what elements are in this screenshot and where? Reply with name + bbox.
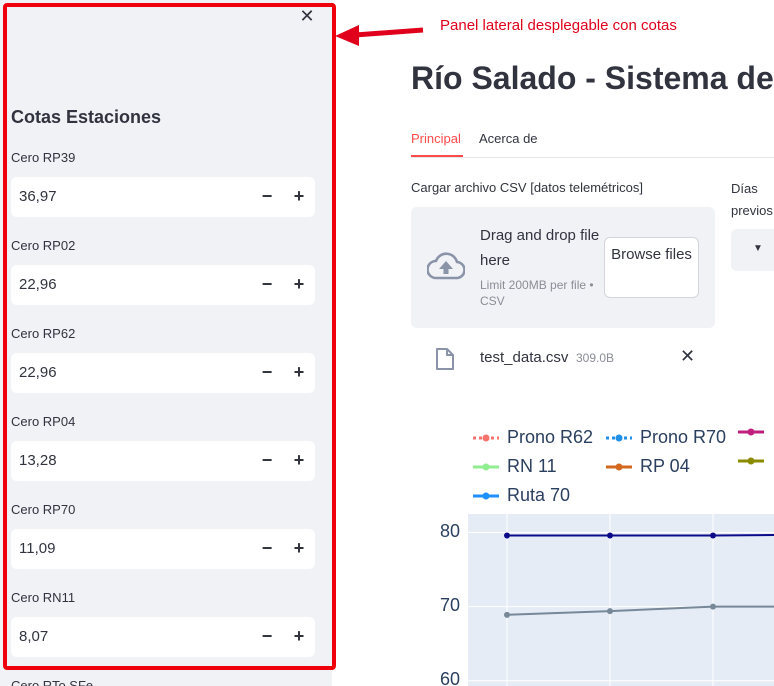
file-icon — [436, 348, 454, 370]
legend-symbol — [738, 428, 764, 436]
chevron-down-icon: ▼ — [753, 243, 763, 254]
stepper-rn11: 8,07 − + — [11, 617, 315, 657]
increment-button[interactable]: + — [284, 529, 314, 569]
remove-file-icon[interactable]: ✕ — [680, 346, 695, 367]
increment-button[interactable]: + — [284, 177, 314, 217]
days-select[interactable]: ▼ — [731, 229, 774, 271]
file-dropzone[interactable]: Drag and drop file here Limit 200MB per … — [411, 207, 715, 328]
field-label-rp02: Cero RP02 — [11, 238, 76, 253]
series-line — [507, 534, 774, 537]
data-point[interactable] — [607, 608, 613, 615]
tab-bar: Principal Acerca de — [411, 128, 774, 158]
series-line — [506, 605, 774, 616]
decrement-button[interactable]: − — [252, 177, 282, 217]
legend-symbol — [606, 463, 632, 470]
file-size: 309.0B — [576, 351, 615, 365]
y-tick-label: 70 — [440, 594, 461, 615]
days-label: Días previos — [731, 181, 773, 218]
decrement-button[interactable]: − — [252, 441, 282, 481]
app-root: ✕ Cotas Estaciones Cero RP39 36,97 − + C… — [0, 0, 774, 686]
legend-symbol — [738, 457, 764, 465]
legend-symbol — [473, 463, 499, 470]
stepper-value[interactable]: 36,97 — [19, 188, 57, 205]
stepper-rp04: 13,28 − + — [11, 441, 315, 481]
file-name: test_data.csv — [480, 349, 569, 366]
dropzone-limit: Limit 200MB per file • CSV — [480, 278, 594, 308]
upload-label: Cargar archivo CSV [datos telemétricos] — [411, 180, 643, 195]
decrement-button[interactable]: − — [252, 265, 282, 305]
decrement-button[interactable]: − — [252, 617, 282, 657]
legend-item[interactable] — [737, 427, 772, 437]
y-tick-label: 80 — [440, 520, 461, 541]
line-chart — [468, 514, 774, 686]
stepper-rp39: 36,97 − + — [11, 177, 315, 217]
decrement-button[interactable]: − — [252, 353, 282, 393]
data-point[interactable] — [504, 532, 510, 539]
legend-label: RP 04 — [640, 456, 690, 476]
tab-acerca-de[interactable]: Acerca de — [479, 131, 538, 146]
dropzone-instructions: Drag and drop file here — [480, 227, 600, 269]
legend-item[interactable]: Prono R70 — [605, 427, 726, 448]
field-label-rp62: Cero RP62 — [11, 326, 76, 341]
increment-button[interactable]: + — [284, 617, 314, 657]
browse-files-button[interactable]: Browse files — [604, 237, 699, 298]
y-tick-label: 60 — [440, 668, 461, 686]
close-icon[interactable]: ✕ — [298, 7, 316, 25]
page-title: Río Salado - Sistema de Alerta — [411, 60, 774, 96]
sidebar-title: Cotas Estaciones — [11, 107, 162, 127]
active-tab-indicator — [411, 155, 463, 157]
increment-button[interactable]: + — [284, 265, 314, 305]
field-label-rn11: Cero RN11 — [11, 590, 76, 605]
stepper-value[interactable]: 13,28 — [19, 452, 57, 469]
legend-item[interactable]: Ruta 70 — [472, 485, 570, 506]
data-point[interactable] — [607, 532, 613, 539]
stepper-rp62: 22,96 − + — [11, 353, 315, 393]
stepper-value[interactable]: 22,96 — [19, 276, 57, 293]
stepper-rp02: 22,96 − + — [11, 265, 315, 305]
field-label-rp39: Cero RP39 — [11, 150, 76, 165]
field-label-rtosfe: Cero RTo SFe — [11, 678, 94, 686]
decrement-button[interactable]: − — [252, 529, 282, 569]
increment-button[interactable]: + — [284, 441, 314, 481]
legend-item[interactable]: Prono R62 — [472, 427, 593, 448]
legend-label: Prono R70 — [640, 427, 727, 447]
legend-symbol — [473, 434, 499, 441]
legend-item[interactable]: RN 11 — [472, 456, 557, 477]
cloud-upload-icon — [427, 252, 465, 280]
sidebar: ✕ Cotas Estaciones Cero RP39 36,97 − + C… — [0, 0, 332, 686]
stepper-value[interactable]: 11,09 — [19, 540, 55, 557]
data-point[interactable] — [504, 611, 510, 618]
legend-symbol — [473, 492, 499, 499]
legend-label: Prono R62 — [507, 427, 594, 447]
legend-item[interactable]: RP 04 — [605, 456, 690, 477]
stepper-rp70: 11,09 − + — [11, 529, 315, 569]
stepper-value[interactable]: 22,96 — [19, 364, 57, 381]
tab-principal[interactable]: Principal — [411, 131, 461, 146]
stepper-value[interactable]: 8,07 — [19, 628, 48, 645]
annotation-text: Panel lateral desplegable con cotas — [440, 17, 677, 34]
data-point[interactable] — [710, 603, 716, 610]
field-label-rp70: Cero RP70 — [11, 502, 76, 517]
legend-label: Ruta 70 — [507, 485, 571, 505]
legend-label: RN 11 — [507, 456, 557, 476]
chart-plot-area[interactable] — [468, 514, 774, 686]
legend-symbol — [606, 434, 632, 441]
data-point[interactable] — [710, 532, 716, 539]
increment-button[interactable]: + — [284, 353, 314, 393]
uploaded-file-row: test_data.csv 309.0B ✕ — [411, 337, 715, 377]
legend-item[interactable] — [737, 456, 772, 466]
annotation-arrow-icon — [335, 25, 424, 46]
field-label-rp04: Cero RP04 — [11, 414, 76, 429]
